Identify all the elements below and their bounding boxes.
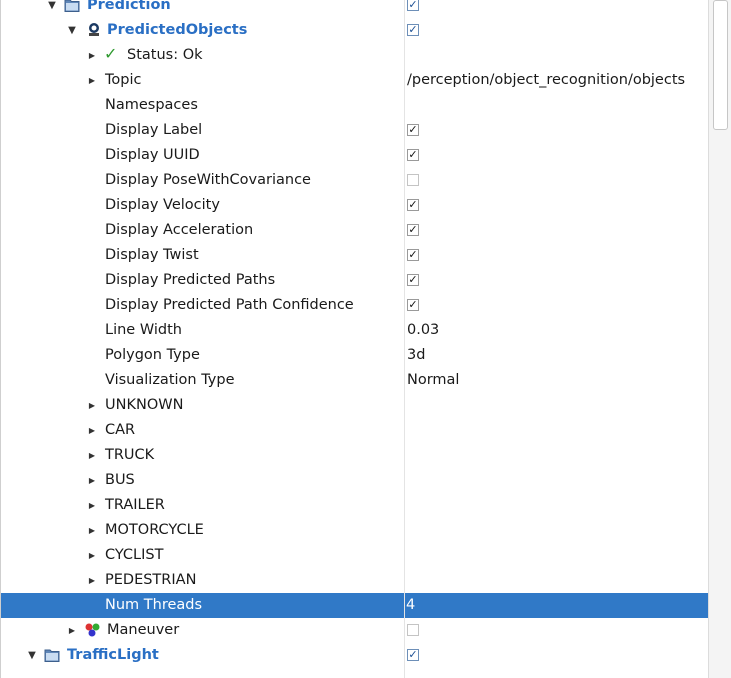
tree-row-visualization-type[interactable]: Visualization Type Normal xyxy=(0,368,710,393)
tree-label: Display Velocity xyxy=(105,197,220,213)
expand-arrow-icon[interactable]: ▼ xyxy=(66,18,78,43)
tree-label: TRUCK xyxy=(105,447,155,463)
tree-label: BUS xyxy=(105,472,135,488)
tree-label: Num Threads xyxy=(105,597,203,613)
collapsed-arrow-icon[interactable]: ▶ xyxy=(86,443,98,468)
property-checkbox[interactable] xyxy=(407,174,419,186)
tree-label: Line Width xyxy=(105,322,182,338)
checkmark-icon: ✓ xyxy=(104,44,118,63)
topic-value[interactable]: /perception/object_recognition/objects xyxy=(407,68,685,93)
folder-icon xyxy=(64,0,80,13)
tree-row-display-uuid[interactable]: Display UUID ✓ xyxy=(0,143,710,168)
expand-arrow-icon[interactable]: ▼ xyxy=(26,643,38,668)
enable-checkbox[interactable]: ✓ xyxy=(407,649,419,661)
property-checkbox[interactable]: ✓ xyxy=(407,149,419,161)
tree-row-class[interactable]: ▶ PEDESTRIAN xyxy=(0,568,710,593)
enable-checkbox[interactable]: ✓ xyxy=(407,0,419,11)
tree-row-display-acceleration[interactable]: Display Acceleration ✓ xyxy=(0,218,710,243)
collapsed-arrow-icon[interactable]: ▶ xyxy=(86,68,98,93)
tree-label: Topic xyxy=(105,72,142,88)
tree-row-polygon-type[interactable]: Polygon Type 3d xyxy=(0,343,710,368)
collapsed-arrow-icon[interactable]: ▶ xyxy=(86,43,98,68)
tree-row-prediction[interactable]: ▼ Prediction ✓ xyxy=(0,0,710,18)
tree-row-namespaces[interactable]: Namespaces xyxy=(0,93,710,118)
tree-row-class[interactable]: ▶ MOTORCYCLE xyxy=(0,518,710,543)
tree-label: Status: Ok xyxy=(127,47,203,63)
tree-label: PredictedObjects xyxy=(107,22,248,38)
enable-checkbox[interactable]: ✓ xyxy=(407,24,419,36)
tree-label: Display Predicted Paths xyxy=(105,272,276,288)
tree-row-status[interactable]: ▶ ✓ Status: Ok xyxy=(0,43,710,68)
tree-label: UNKNOWN xyxy=(105,397,184,413)
tree-label: TrafficLight xyxy=(67,647,159,663)
tree-row-topic[interactable]: ▶ Topic /perception/object_recognition/o… xyxy=(0,68,710,93)
polygon-type-value[interactable]: 3d xyxy=(407,343,425,368)
property-checkbox[interactable]: ✓ xyxy=(407,299,419,311)
tree-label: Namespaces xyxy=(105,97,198,113)
property-checkbox[interactable]: ✓ xyxy=(407,249,419,261)
property-checkbox[interactable]: ✓ xyxy=(407,199,419,211)
line-width-value[interactable]: 0.03 xyxy=(407,318,439,343)
folder-icon xyxy=(44,647,60,663)
tree-label: MOTORCYCLE xyxy=(105,522,204,538)
tree-label: CYCLIST xyxy=(105,547,164,563)
collapsed-arrow-icon[interactable]: ▶ xyxy=(86,568,98,593)
scrollbar-thumb[interactable] xyxy=(713,0,728,130)
property-checkbox[interactable]: ✓ xyxy=(407,124,419,136)
tree-left-border xyxy=(0,0,1,678)
tree-label: Display PoseWithCovariance xyxy=(105,172,311,188)
collapsed-arrow-icon[interactable]: ▶ xyxy=(86,493,98,518)
enable-checkbox[interactable] xyxy=(407,624,419,636)
visualization-type-value[interactable]: Normal xyxy=(407,368,459,393)
tree-label: Display Label xyxy=(105,122,203,138)
expand-arrow-icon[interactable]: ▼ xyxy=(46,0,58,18)
property-checkbox[interactable]: ✓ xyxy=(407,224,419,236)
tree-row-line-width[interactable]: Line Width 0.03 xyxy=(0,318,710,343)
tree-label: Display Predicted Path Confidence xyxy=(105,297,354,313)
tree-row-display-label[interactable]: Display Label ✓ xyxy=(0,118,710,143)
tree-row-num-threads[interactable]: Num Threads 4 xyxy=(0,593,710,618)
num-threads-value[interactable]: 4 xyxy=(405,593,416,618)
tree-row-class[interactable]: ▶ CYCLIST xyxy=(0,543,710,568)
tree-row-class[interactable]: ▶ TRAILER xyxy=(0,493,710,518)
tree-row-display-twist[interactable]: Display Twist ✓ xyxy=(0,243,710,268)
tree-label: Prediction xyxy=(87,0,171,13)
tree-row-display-predicted-paths[interactable]: Display Predicted Paths ✓ xyxy=(0,268,710,293)
collapsed-arrow-icon[interactable]: ▶ xyxy=(86,468,98,493)
predicted-objects-display-icon xyxy=(86,22,102,38)
tree-row-class[interactable]: ▶ BUS xyxy=(0,468,710,493)
tree-row-class[interactable]: ▶ CAR xyxy=(0,418,710,443)
tree-row-display-velocity[interactable]: Display Velocity ✓ xyxy=(0,193,710,218)
tree-label: Visualization Type xyxy=(105,372,235,388)
collapsed-arrow-icon[interactable]: ▶ xyxy=(86,518,98,543)
tree-row-display-pose[interactable]: Display PoseWithCovariance xyxy=(0,168,710,193)
tree-label: Display Acceleration xyxy=(105,222,254,238)
collapsed-arrow-icon[interactable]: ▶ xyxy=(86,418,98,443)
tree-label: Display Twist xyxy=(105,247,199,263)
tree-row-display-path-confidence[interactable]: Display Predicted Path Confidence ✓ xyxy=(0,293,710,318)
vertical-scrollbar[interactable] xyxy=(708,0,731,678)
tree-row-traffic-light[interactable]: ▼ TrafficLight ✓ xyxy=(0,643,710,668)
tree-row-maneuver[interactable]: ▶ Maneuver xyxy=(0,618,710,643)
property-checkbox[interactable]: ✓ xyxy=(407,274,419,286)
tree-row-predicted-objects[interactable]: ▼ PredictedObjects ✓ xyxy=(0,18,710,43)
tree-row-class[interactable]: ▶ UNKNOWN xyxy=(0,393,710,418)
tree-label: TRAILER xyxy=(105,497,165,513)
tree-row-class[interactable]: ▶ TRUCK xyxy=(0,443,710,468)
column-divider xyxy=(404,0,405,678)
tree-label: Display UUID xyxy=(105,147,200,163)
tree-label: Maneuver xyxy=(107,622,180,638)
collapsed-arrow-icon[interactable]: ▶ xyxy=(66,618,78,643)
tree-label: CAR xyxy=(105,422,136,438)
marker-display-icon xyxy=(84,622,100,638)
tree-label: PEDESTRIAN xyxy=(105,572,197,588)
tree-label: Polygon Type xyxy=(105,347,200,363)
collapsed-arrow-icon[interactable]: ▶ xyxy=(86,393,98,418)
display-property-tree: ▼ Prediction ✓ ▼ PredictedObjects ✓ ▶ ✓ … xyxy=(0,0,710,668)
collapsed-arrow-icon[interactable]: ▶ xyxy=(86,543,98,568)
